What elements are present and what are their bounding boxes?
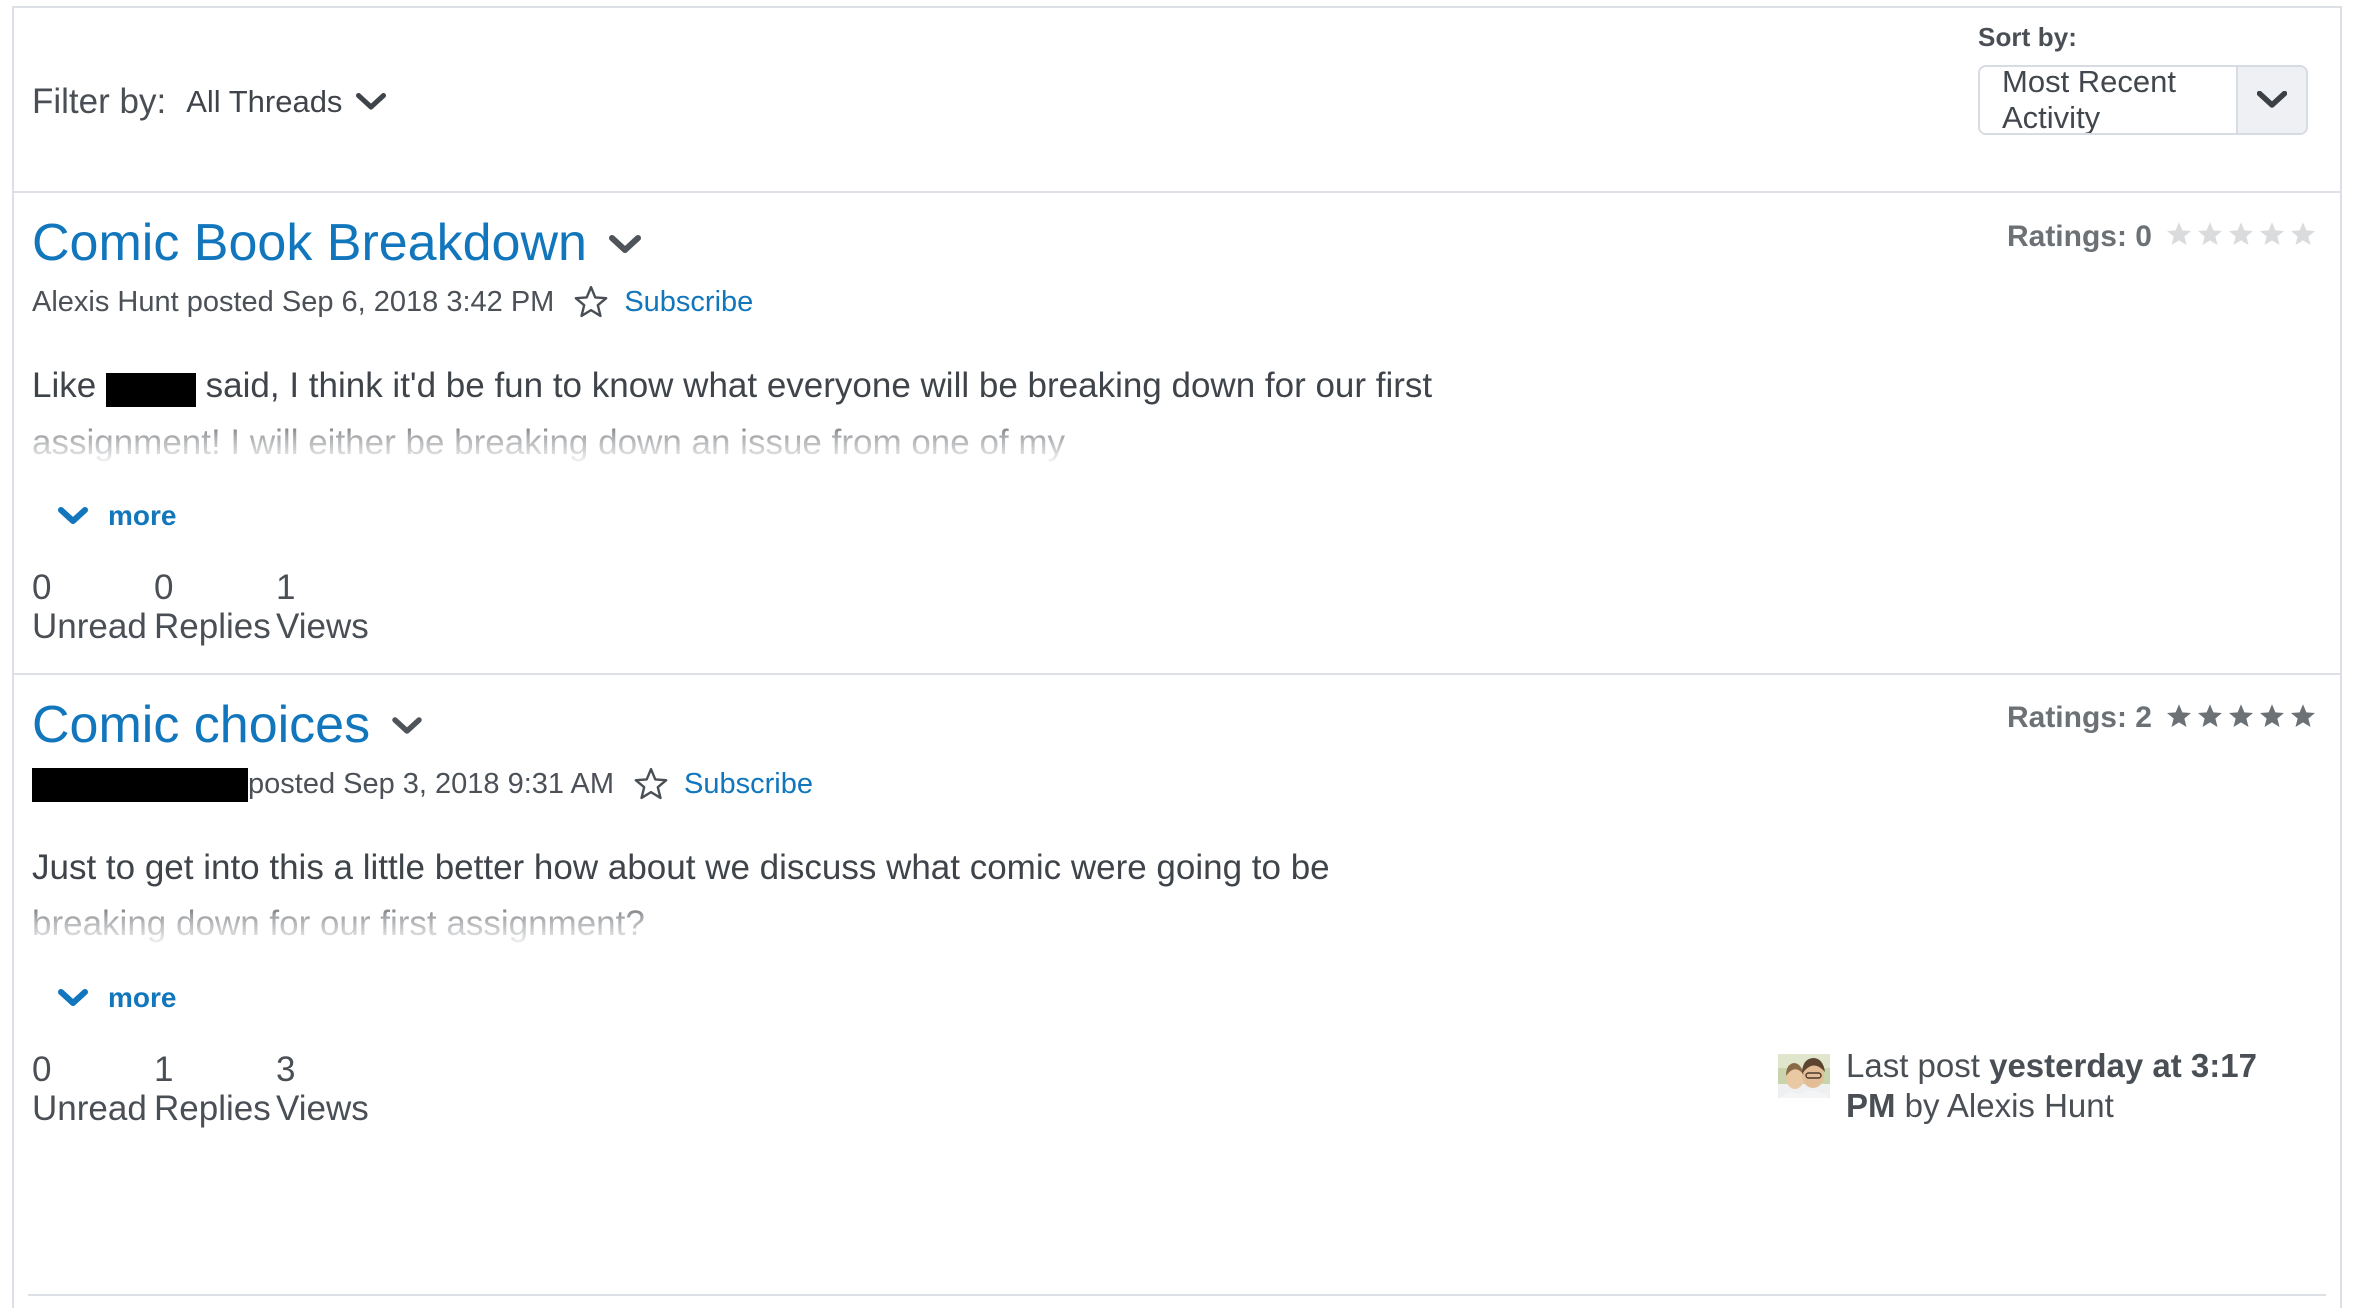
stat-replies: 1 Replies: [154, 1050, 276, 1128]
stat-replies-count: 0: [154, 568, 174, 608]
last-post-prefix: Last post: [1846, 1046, 1990, 1084]
star-icon[interactable]: [2257, 219, 2287, 254]
chevron-down-icon: [356, 93, 387, 111]
list-bottom-divider: [28, 1294, 2326, 1296]
body-prefix: Like: [32, 366, 106, 406]
chevron-down-icon[interactable]: [392, 717, 422, 740]
thread-stats-row: 0 Unread 0 Replies 1 Views: [32, 568, 2320, 646]
thread-preview-body: Just to get into this a little better ho…: [32, 840, 2320, 952]
thread-title-link[interactable]: Comic Book Breakdown: [32, 215, 587, 271]
thread-preview-text: Just to get into this a little better ho…: [32, 847, 1330, 944]
rating-stars[interactable]: [2164, 219, 2318, 254]
thread-posted-info: posted Sep 3, 2018 9:31 AM: [248, 767, 614, 800]
more-link[interactable]: more: [108, 500, 176, 532]
thread-title-row: Comic Book Breakdown: [32, 215, 2320, 271]
stat-replies-count: 1: [154, 1049, 174, 1089]
thread-list-container: Filter by: All Threads Sort by: Most Rec…: [12, 6, 2342, 1308]
expand-preview-control[interactable]: more: [58, 500, 2320, 532]
ratings-label: Ratings: 2: [2006, 701, 2152, 735]
last-post-info: Last post yesterday at 3:17 PM by Alexis…: [1778, 1046, 2298, 1127]
thread-row: Comic Book Breakdown Alexis Hunt posted …: [14, 193, 2340, 673]
thread-posted-info: Alexis Hunt posted Sep 6, 2018 3:42 PM: [32, 286, 555, 319]
thread-ratings: Ratings: 0: [2007, 219, 2318, 254]
star-icon[interactable]: [2164, 219, 2194, 254]
stat-unread: 0 Unread: [32, 568, 154, 646]
stat-views: 3 Views: [276, 1050, 398, 1128]
filter-by-value: All Threads: [186, 84, 343, 119]
thread-preview-body: Like said, I think it'd be fun to know w…: [32, 358, 2320, 471]
star-icon[interactable]: [2288, 701, 2318, 736]
redacted-name-block: [105, 372, 196, 407]
stat-unread-label: Unread: [32, 607, 147, 647]
rating-stars[interactable]: [2164, 701, 2318, 736]
expand-preview-control[interactable]: more: [58, 982, 2320, 1014]
chevron-down-icon: [58, 988, 88, 1007]
thread-stats-row: 0 Unread 1 Replies 3 Views Last post yes…: [32, 1047, 2320, 1128]
stat-replies: 0 Replies: [154, 568, 276, 646]
subscribe-link[interactable]: Subscribe: [684, 768, 813, 801]
chevron-down-icon: [58, 507, 88, 525]
stat-views: 1 Views: [276, 568, 398, 646]
stat-unread: 0 Unread: [32, 1050, 154, 1128]
star-icon[interactable]: [2164, 701, 2194, 736]
star-icon[interactable]: [2226, 701, 2256, 736]
thread-preview-text: Like said, I think it'd be fun to know w…: [32, 358, 1472, 470]
chevron-down-icon[interactable]: [608, 235, 641, 259]
stat-views-count: 1: [276, 568, 296, 608]
ratings-label: Ratings: 0: [2006, 219, 2152, 253]
star-outline-icon[interactable]: [632, 765, 670, 808]
stat-unread-label: Unread: [32, 1088, 147, 1128]
stat-views-label: Views: [276, 1088, 369, 1128]
filter-by-control[interactable]: Filter by: All Threads: [32, 82, 387, 122]
last-post-text: Last post yesterday at 3:17 PM by Alexis…: [1846, 1046, 2298, 1127]
star-icon[interactable]: [2288, 219, 2318, 254]
star-icon[interactable]: [2257, 701, 2287, 736]
thread-meta-row: Alexis Hunt posted Sep 6, 2018 3:42 PM S…: [32, 281, 2320, 324]
star-icon[interactable]: [2195, 701, 2225, 736]
star-outline-icon[interactable]: [572, 283, 610, 326]
star-icon[interactable]: [2226, 219, 2256, 254]
filter-by-label: Filter by:: [32, 82, 167, 121]
subscribe-link[interactable]: Subscribe: [624, 286, 753, 319]
last-post-author: by Alexis Hunt: [1895, 1086, 2114, 1124]
thread-list-toolbar: Filter by: All Threads Sort by: Most Rec…: [14, 8, 2340, 193]
user-photo-avatar: [1778, 1053, 1830, 1098]
thread-row: Comic choices posted Sep 3, 2018 9:31 AM: [14, 672, 2340, 1155]
stat-replies-label: Replies: [154, 1088, 271, 1128]
thread-meta-row: posted Sep 3, 2018 9:31 AM Subscribe: [32, 763, 2320, 806]
body-suffix: said, I think it'd be fun to know what e…: [32, 366, 1433, 462]
thread-title-row: Comic choices: [32, 696, 2320, 753]
thread-ratings: Ratings: 2: [2007, 701, 2318, 736]
sort-by-label: Sort by:: [1978, 22, 2078, 52]
stat-unread-count: 0: [32, 1049, 52, 1089]
stat-views-label: Views: [276, 607, 369, 647]
sort-by-select[interactable]: Most Recent Activity: [1978, 65, 2308, 135]
more-link[interactable]: more: [108, 982, 176, 1014]
redacted-author-block: [32, 768, 248, 803]
chevron-down-icon[interactable]: [2236, 67, 2306, 133]
stat-views-count: 3: [276, 1049, 296, 1089]
stat-unread-count: 0: [32, 568, 52, 608]
sort-by-selected-value: Most Recent Activity: [1980, 67, 2236, 133]
discussion-board-page: Filter by: All Threads Sort by: Most Rec…: [0, 0, 2366, 1314]
star-icon[interactable]: [2195, 219, 2225, 254]
thread-title-link[interactable]: Comic choices: [32, 696, 370, 752]
stat-replies-label: Replies: [154, 607, 271, 647]
sort-by-control: Sort by: Most Recent Activity: [1978, 22, 2308, 135]
